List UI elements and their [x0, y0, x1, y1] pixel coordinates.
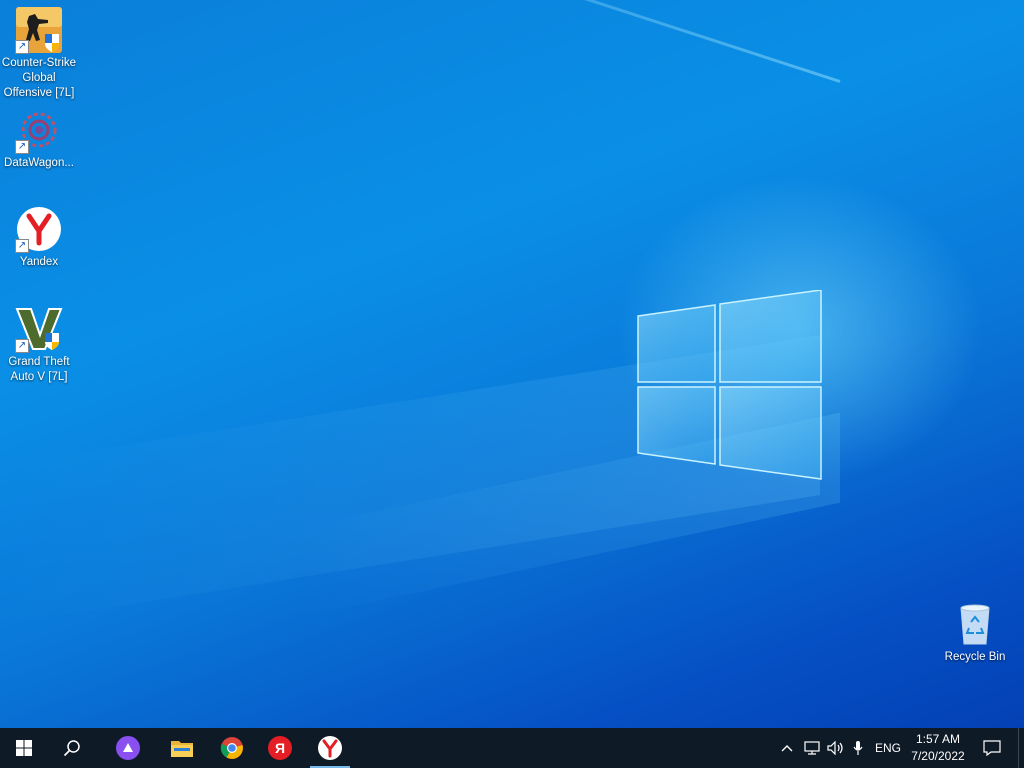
network-icon — [804, 741, 820, 755]
yandex-app-button[interactable]: Я — [256, 728, 304, 768]
chrome-icon — [220, 737, 243, 759]
search-button[interactable] — [48, 728, 96, 768]
shortcut-arrow-icon: ↗ — [15, 239, 29, 253]
start-button[interactable] — [0, 728, 48, 768]
shortcut-arrow-icon: ↗ — [15, 140, 29, 154]
desktop-icon-recycle-bin[interactable]: Recycle Bin — [936, 600, 1014, 665]
alice-assistant-icon — [116, 736, 140, 760]
notifications-icon — [983, 740, 1001, 756]
yandex-browser-icon: ↗ — [15, 205, 63, 253]
action-center-button[interactable] — [976, 728, 1008, 768]
language-label: ENG — [874, 741, 901, 755]
microphone-button[interactable] — [848, 728, 868, 768]
microphone-icon — [853, 741, 863, 755]
desktop[interactable]: ↗ Counter-Strike Global Offensive [7L] ↗… — [0, 0, 1024, 728]
desktop-icon-gta-v[interactable]: ↗ Grand Theft Auto V [7L] — [0, 305, 78, 385]
clock-time: 1:57 AM — [915, 732, 961, 746]
windows-wallpaper-logo — [637, 290, 822, 480]
chrome-button[interactable] — [208, 728, 256, 768]
taskbar: Я ENG 1:57 AM 7/20/2022 — [0, 728, 1024, 768]
desktop-icon-datawagon[interactable]: ↗ DataWagon... — [0, 106, 78, 171]
recycle-bin-icon — [951, 600, 999, 648]
folder-icon — [171, 741, 193, 757]
show-desktop-button[interactable] — [1018, 728, 1024, 768]
yandex-browser-icon — [318, 736, 342, 760]
svg-text:Я: Я — [275, 740, 285, 756]
desktop-icon-label: Yandex — [19, 256, 59, 268]
clock[interactable]: 1:57 AM 7/20/2022 — [903, 731, 973, 765]
windows-start-icon — [16, 740, 32, 756]
shortcut-arrow-icon: ↗ — [15, 339, 29, 353]
datawagon-icon: ↗ — [15, 106, 63, 154]
desktop-icon-label: DataWagon... — [4, 157, 74, 169]
desktop-icon-label: Grand Theft Auto V [7L] — [8, 356, 70, 383]
gta-v-icon: ↗ — [15, 305, 63, 353]
alice-assistant-button[interactable] — [104, 728, 152, 768]
desktop-icon-csgo[interactable]: ↗ Counter-Strike Global Offensive [7L] — [0, 6, 78, 101]
search-icon — [63, 740, 80, 757]
light-beam — [154, 0, 841, 83]
speaker-icon — [827, 741, 843, 755]
shortcut-arrow-icon: ↗ — [15, 40, 29, 54]
file-explorer-button[interactable] — [158, 728, 206, 768]
csgo-icon: ↗ — [15, 6, 63, 54]
desktop-icon-label: Counter-Strike Global Offensive [7L] — [1, 57, 77, 99]
language-indicator[interactable]: ENG — [870, 728, 906, 768]
network-button[interactable] — [800, 728, 824, 768]
volume-button[interactable] — [824, 728, 848, 768]
chevron-up-icon — [781, 745, 793, 752]
show-hidden-icons-button[interactable] — [776, 728, 798, 768]
yandex-letter-icon: Я — [268, 736, 292, 760]
yandex-browser-button[interactable] — [306, 728, 354, 768]
clock-date: 7/20/2022 — [911, 749, 965, 763]
desktop-icon-yandex[interactable]: ↗ Yandex — [0, 205, 78, 270]
desktop-icon-label: Recycle Bin — [944, 651, 1006, 663]
